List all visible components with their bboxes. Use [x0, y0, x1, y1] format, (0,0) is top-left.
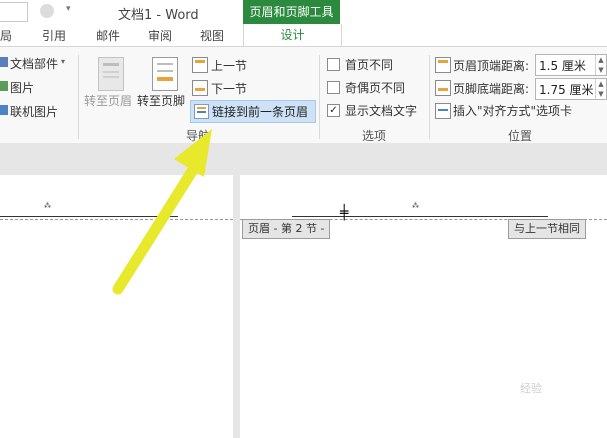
different-odd-even-label: 奇偶页不同: [345, 81, 406, 95]
show-document-text-label: 显示文档文字: [345, 104, 418, 118]
next-section-icon: [192, 80, 208, 96]
tab-mailings[interactable]: 邮件: [96, 27, 120, 44]
insert-alignment-tab-icon: [435, 103, 451, 119]
spinner-arrows-icon[interactable]: ▲ ▼: [595, 79, 606, 99]
insert-alignment-tab-button[interactable]: 插入"对齐方式"选项卡: [453, 102, 572, 119]
previous-section-icon: [192, 57, 208, 73]
header-from-top-label: 页眉顶端距离:: [453, 59, 530, 73]
online-picture-button[interactable]: 联机图片: [10, 103, 58, 120]
header-rule: [292, 216, 548, 217]
previous-section-button[interactable]: 上一节: [211, 57, 247, 74]
picture-icon: [0, 81, 8, 91]
document-title: 文档1 - Word: [118, 8, 199, 23]
different-odd-even-checkbox[interactable]: [327, 81, 340, 94]
quick-access-box[interactable]: [0, 2, 28, 22]
same-as-previous-tab: 与上一节相同: [508, 219, 586, 239]
header-from-top-value: 1.5 厘米: [539, 59, 586, 73]
customize-qat-icon[interactable]: ▾: [66, 4, 71, 14]
options-group-label: 选项: [362, 129, 387, 143]
group-separator: [78, 55, 79, 139]
page-2[interactable]: ⁂ ╪ 页眉 - 第 2 节 - 与上一节相同: [240, 175, 607, 438]
title-bar: ▾ 文档1 - Word 页眉和页脚工具: [0, 0, 607, 24]
redo-icon[interactable]: [40, 4, 54, 18]
annotation-arrow-icon: [112, 129, 212, 295]
doc-parts-icon: [0, 57, 8, 67]
document-canvas: ⁂ ⁂ ╪ 页眉 - 第 2 节 - 与上一节相同: [0, 143, 607, 438]
ribbon: 文档部件 ▾ 图片 联机图片 转至页眉 转至页脚 上一节 下一节 导航 首页不同…: [0, 46, 607, 145]
footer-from-bottom-value: 1.75 厘米: [539, 83, 594, 97]
group-separator: [429, 55, 430, 139]
online-picture-icon: [0, 105, 8, 115]
position-group-label: 位置: [508, 129, 533, 143]
footer-from-bottom-label: 页脚底端距离:: [453, 82, 530, 96]
doc-parts-dropdown-icon[interactable]: ▾: [61, 57, 65, 66]
footer-position-icon: [435, 80, 451, 96]
header-paragraph-mark-icon: ⁂: [412, 202, 419, 210]
spinner-arrows-icon[interactable]: ▲ ▼: [595, 55, 606, 75]
doc-parts-button[interactable]: 文档部件: [10, 55, 58, 72]
header-position-icon: [435, 57, 451, 73]
next-section-button[interactable]: 下一节: [211, 80, 247, 97]
footer-from-bottom-spinner[interactable]: 1.75 厘米 ▲ ▼: [535, 78, 607, 100]
tab-view[interactable]: 视图: [200, 27, 224, 44]
watermark: 经验: [520, 382, 542, 395]
goto-footer-button[interactable]: 转至页脚: [137, 92, 185, 109]
header-paragraph-mark-icon: ⁂: [44, 202, 51, 210]
group-separator: [319, 55, 320, 139]
picture-button[interactable]: 图片: [10, 79, 34, 96]
goto-header-button[interactable]: 转至页眉: [84, 92, 132, 109]
resize-cursor-icon: ╪: [340, 205, 349, 221]
tab-layout[interactable]: 局: [0, 27, 12, 44]
tab-review[interactable]: 审阅: [148, 27, 172, 44]
tab-references[interactable]: 引用: [42, 27, 66, 44]
different-first-page-checkbox[interactable]: [327, 58, 340, 71]
header-from-top-spinner[interactable]: 1.5 厘米 ▲ ▼: [535, 54, 607, 76]
header-footer-tools-group: 页眉和页脚工具: [243, 0, 340, 24]
goto-header-icon: [98, 57, 124, 91]
tab-design[interactable]: 设计: [243, 24, 342, 47]
header-section-tab: 页眉 - 第 2 节 -: [242, 219, 331, 239]
different-first-page-label: 首页不同: [345, 58, 394, 72]
goto-footer-icon: [152, 57, 178, 91]
show-document-text-checkbox[interactable]: ✓: [327, 104, 340, 117]
